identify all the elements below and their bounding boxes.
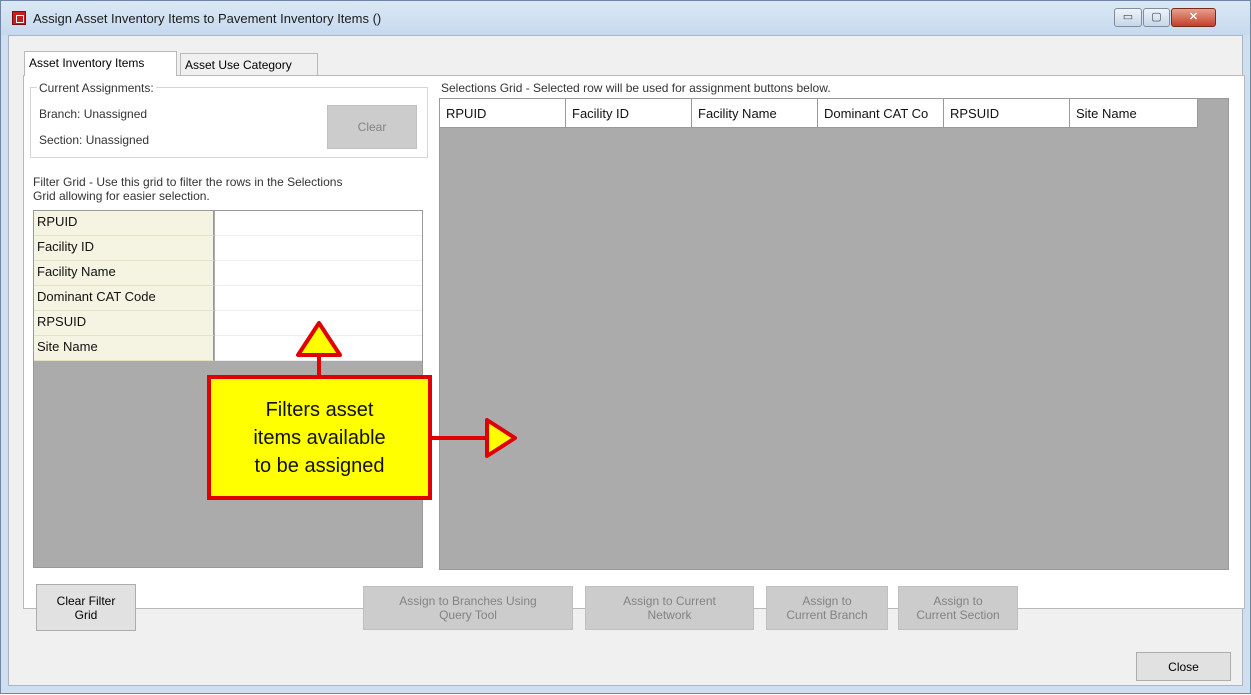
dialog-window: Assign Asset Inventory Items to Pavement… bbox=[0, 0, 1251, 694]
callout-box: Filters asset items available to be assi… bbox=[207, 375, 432, 500]
callout-arrows bbox=[296, 321, 517, 458]
callout-right-arrow-icon bbox=[485, 418, 517, 458]
tab-asset-inventory-items[interactable]: Asset Inventory Items bbox=[24, 51, 177, 76]
callout-up-arrow-icon bbox=[296, 321, 342, 357]
callout-line3: to be assigned bbox=[254, 454, 385, 477]
callout-line2: items available bbox=[253, 426, 386, 449]
callout-line1: Filters asset bbox=[265, 398, 374, 421]
